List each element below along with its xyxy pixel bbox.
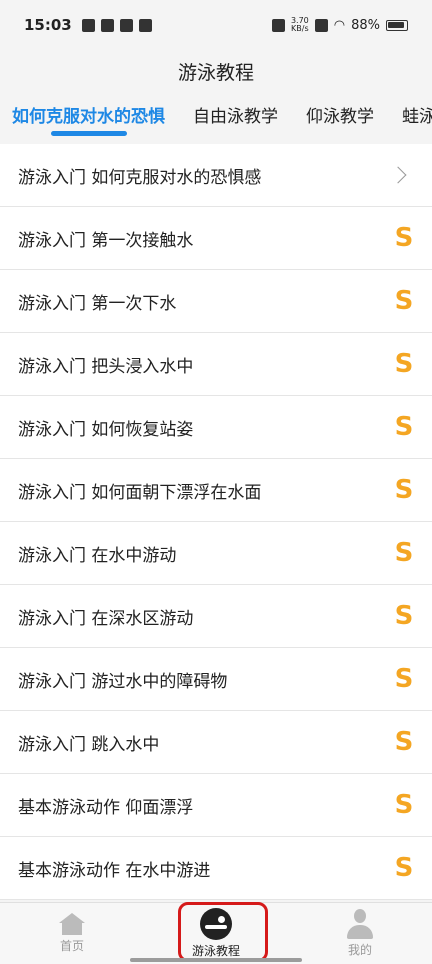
list-item-label: 游泳入门 在深水区游动 xyxy=(18,608,194,629)
swimmer-icon xyxy=(200,908,232,940)
category-tabs: 如何克服对水的恐惧 自由泳教学 仰泳教学 蛙泳教学 xyxy=(0,92,432,142)
list-item-label: 游泳入门 第一次接触水 xyxy=(18,230,194,251)
status-time: 15:03 xyxy=(24,16,72,34)
coin-icon: S xyxy=(394,538,414,568)
battery-percent: 88% xyxy=(351,17,380,33)
coin-icon: S xyxy=(394,790,414,820)
list-item-label: 基本游泳动作 在水中游进 xyxy=(18,860,211,881)
close-box-icon xyxy=(314,18,328,32)
list-item-label: 基本游泳动作 仰面漂浮 xyxy=(18,797,194,818)
home-indicator xyxy=(130,958,302,962)
tab-freestyle[interactable]: 自由泳教学 xyxy=(193,92,278,142)
list-item-label: 游泳入门 把头浸入水中 xyxy=(18,356,194,377)
list-item-label: 游泳入门 如何克服对水的恐惧感 xyxy=(18,167,262,188)
coin-icon: S xyxy=(394,601,414,631)
list-item-label: 游泳入门 游过水中的障碍物 xyxy=(18,671,228,692)
play-icon xyxy=(81,18,95,32)
net-speed-unit: KB/s xyxy=(291,24,309,33)
nav-mine-label: 我的 xyxy=(347,943,372,957)
list-item[interactable]: 基本游泳动作 仰面漂浮 S xyxy=(0,774,432,837)
vibrate-icon xyxy=(271,18,285,32)
tab-backstroke[interactable]: 仰泳教学 xyxy=(306,92,374,142)
list-item[interactable]: 游泳入门 在水中游动 S xyxy=(0,522,432,585)
message-icon xyxy=(138,18,152,32)
lesson-list: 游泳入门 如何克服对水的恐惧感 游泳入门 第一次接触水 S 游泳入门 第一次下水… xyxy=(0,144,432,900)
coin-icon: S xyxy=(394,664,414,694)
list-item-label: 游泳入门 如何面朝下漂浮在水面 xyxy=(18,482,262,503)
coin-icon: S xyxy=(394,223,414,253)
coin-icon: S xyxy=(394,853,414,883)
nav-tutorial-label: 游泳教程 xyxy=(191,944,240,958)
tab-breaststroke[interactable]: 蛙泳教学 xyxy=(402,92,432,142)
list-item-label: 游泳入门 如何恢复站姿 xyxy=(18,419,194,440)
user-icon xyxy=(345,909,375,939)
list-item-label: 游泳入门 在水中游动 xyxy=(18,545,177,566)
home-icon xyxy=(59,913,85,935)
net-speed: 3.70 KB/s xyxy=(291,17,309,33)
wifi-icon: ◠ xyxy=(333,17,346,33)
list-item[interactable]: 游泳入门 把头浸入水中 S xyxy=(0,333,432,396)
nav-home-label: 首页 xyxy=(59,939,84,953)
crown-icon xyxy=(119,18,133,32)
coin-icon: S xyxy=(394,412,414,442)
app-icon xyxy=(100,18,114,32)
list-item[interactable]: 游泳入门 如何恢复站姿 S xyxy=(0,396,432,459)
list-item[interactable]: 游泳入门 如何克服对水的恐惧感 xyxy=(0,144,432,207)
coin-icon: S xyxy=(394,349,414,379)
coin-icon: S xyxy=(394,475,414,505)
list-item[interactable]: 游泳入门 第一次下水 S xyxy=(0,270,432,333)
bottom-nav: 首页 游泳教程 我的 xyxy=(0,902,432,964)
list-item[interactable]: 基本游泳动作 在水中游进 S xyxy=(0,837,432,900)
list-item[interactable]: 游泳入门 游过水中的障碍物 S xyxy=(0,648,432,711)
list-item-label: 游泳入门 跳入水中 xyxy=(18,734,160,755)
status-bar: 15:03 3.70 KB/s ◠ 88% xyxy=(0,0,432,50)
nav-mine[interactable]: 我的 xyxy=(288,903,432,964)
list-item[interactable]: 游泳入门 第一次接触水 S xyxy=(0,207,432,270)
page-title: 游泳教程 xyxy=(177,61,254,84)
coin-icon: S xyxy=(394,727,414,757)
list-item-label: 游泳入门 第一次下水 xyxy=(18,293,177,314)
list-item[interactable]: 游泳入门 如何面朝下漂浮在水面 S xyxy=(0,459,432,522)
tab-fear-of-water[interactable]: 如何克服对水的恐惧 xyxy=(12,92,165,142)
coin-icon: S xyxy=(394,286,414,316)
nav-tutorial[interactable]: 游泳教程 xyxy=(144,903,288,964)
chevron-right-icon xyxy=(389,166,407,184)
list-item[interactable]: 游泳入门 跳入水中 S xyxy=(0,711,432,774)
list-item[interactable]: 游泳入门 在深水区游动 S xyxy=(0,585,432,648)
nav-home[interactable]: 首页 xyxy=(0,903,144,964)
battery-icon xyxy=(386,19,408,31)
